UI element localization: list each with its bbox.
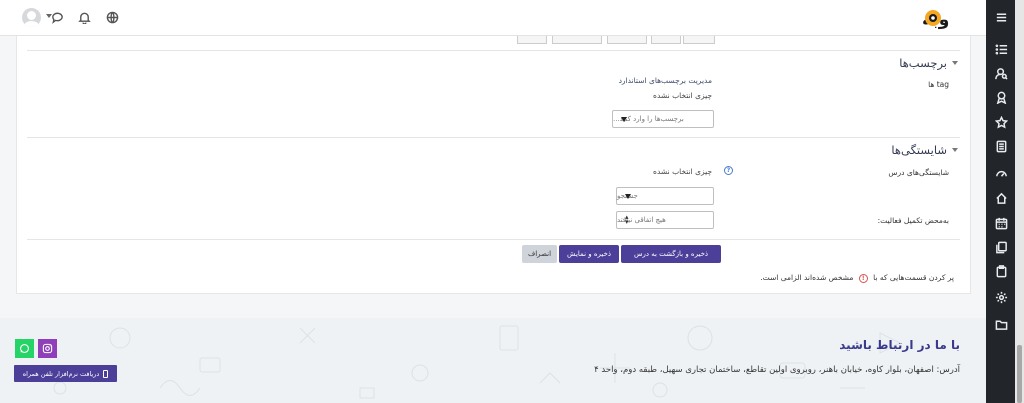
help-icon[interactable]: ? [724, 166, 733, 175]
footer-title: با ما در ارتباط باشید [839, 338, 960, 352]
chevron-down-icon[interactable] [46, 14, 52, 18]
competencies-section-header[interactable]: شایستگی‌ها [891, 143, 958, 157]
whatsapp-icon[interactable] [15, 339, 34, 358]
dashboard-icon[interactable] [994, 166, 1008, 180]
save-and-return-button[interactable]: ذخیره و بازگشت به درس [621, 245, 721, 263]
tags-input[interactable]: برچسب‌ها را وارد کنید... [612, 110, 714, 128]
chevron-down-icon [952, 148, 958, 152]
globe-icon[interactable] [106, 11, 119, 24]
list-icon[interactable] [994, 42, 1008, 56]
divider [27, 137, 960, 138]
menu-icon[interactable] [994, 10, 1008, 24]
user-search-icon[interactable] [994, 66, 1008, 80]
instagram-icon[interactable] [38, 339, 57, 358]
dropdown-arrow-icon [621, 117, 627, 122]
clipboard-icon[interactable] [994, 264, 1008, 278]
top-bar: وبه [0, 0, 986, 36]
gear-icon[interactable] [994, 290, 1008, 304]
tags-section-title: برچسب‌ها [899, 56, 947, 70]
book-icon[interactable] [994, 139, 1008, 153]
site-logo[interactable]: وبه [920, 5, 970, 31]
home-icon[interactable] [994, 191, 1008, 205]
files-icon[interactable] [994, 240, 1008, 254]
tags-section-header[interactable]: برچسب‌ها [899, 56, 958, 70]
competencies-selection: چیزی انتخاب نشده [653, 167, 712, 176]
divider [27, 50, 960, 51]
divider [27, 239, 960, 240]
star-icon[interactable] [994, 115, 1008, 129]
avatar[interactable] [22, 8, 41, 27]
cancel-button[interactable]: انصراف [522, 245, 557, 263]
mobile-app-label: دریافت نرم‌افزار تلفن همراه [22, 369, 100, 378]
chat-icon[interactable] [51, 11, 64, 24]
award-icon[interactable] [994, 90, 1008, 104]
site-footer: با ما در ارتباط باشید آدرس: اصفهان، بلوا… [0, 318, 986, 403]
save-and-display-button[interactable]: ذخیره و نمایش [559, 245, 619, 263]
competencies-section-title: شایستگی‌ها [891, 143, 947, 157]
toolbar-button[interactable] [552, 36, 602, 44]
competencies-field-label: شایستگی‌های درس [888, 168, 949, 177]
required-fields-note: پر کردن قسمت‌هایی که با ! مشخص شده‌اند ا… [760, 273, 954, 283]
bell-icon[interactable] [78, 11, 91, 25]
phone-icon [103, 369, 109, 378]
page-scrollbar[interactable] [1015, 0, 1024, 403]
competencies-search[interactable]: جستجو [616, 187, 714, 205]
required-note-before: پر کردن قسمت‌هایی که با [873, 273, 954, 282]
scrollbar-thumb[interactable] [1017, 345, 1022, 403]
select-updown-icon: ▴ ▾ [625, 213, 629, 226]
footer-pattern [53, 325, 902, 399]
footer-address: آدرس: اصفهان، بلوار کاوه، خیابان باهنر، … [594, 365, 960, 375]
toolbar-button[interactable] [607, 36, 647, 44]
tags-selection: چیزی انتخاب نشده [653, 91, 712, 100]
folder-icon[interactable] [994, 317, 1008, 331]
dropdown-arrow-icon [625, 194, 631, 199]
chevron-down-icon [952, 61, 958, 65]
toolbar-button[interactable] [683, 36, 715, 44]
manage-tags-link[interactable]: مدیریت برچسب‌های استاندارد [619, 76, 712, 85]
toolbar-button[interactable] [651, 36, 681, 44]
tags-field-label: tag ها [928, 80, 949, 89]
toolbar-button[interactable] [517, 36, 547, 44]
on-completion-label: به‌محض تکمیل فعالیت: [877, 216, 949, 225]
required-note-after: مشخص شده‌اند الزامی است. [760, 273, 854, 282]
mobile-app-button[interactable]: دریافت نرم‌افزار تلفن همراه [14, 365, 117, 382]
calendar-icon[interactable] [994, 216, 1008, 230]
on-completion-select[interactable]: هیچ اتفاقی نیافتد ▴ ▾ [616, 211, 714, 229]
required-icon: ! [858, 274, 868, 283]
edit-form: برچسب‌ها tag ها مدیریت برچسب‌های استاندا… [16, 36, 971, 294]
